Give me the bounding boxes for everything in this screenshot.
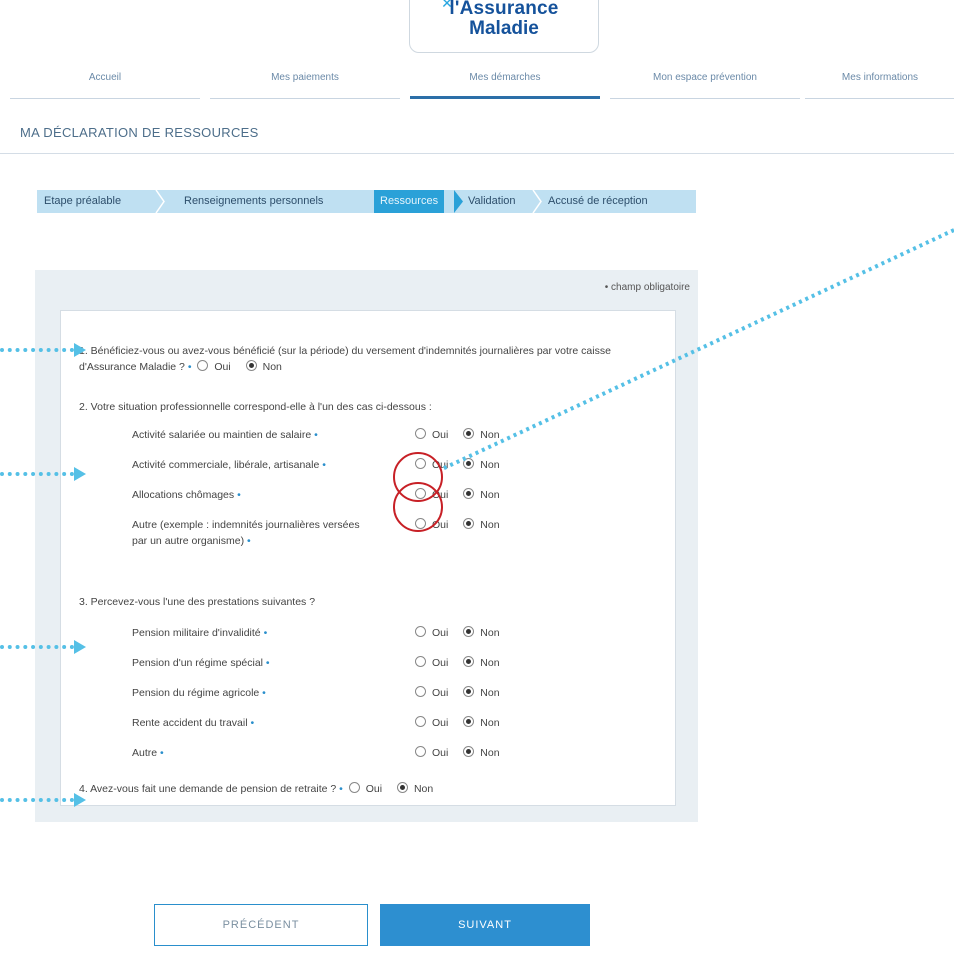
oui-label: Oui <box>432 687 449 699</box>
form-panel: • champ obligatoire 1. Bénéficiez-vous o… <box>35 270 698 822</box>
oui-label: Oui <box>432 429 449 441</box>
oui-label: Oui <box>432 747 449 759</box>
annotation-arrow-q2 <box>0 467 88 481</box>
title-divider <box>0 153 954 154</box>
q4-non-label: Non <box>413 783 434 795</box>
question-4-text: 4. Avez-vous fait une demande de pension… <box>79 783 337 795</box>
q2-item-salariee: Activité salariée ou maintien de salaire… <box>132 429 318 441</box>
q3-item-regime-special: Pension d'un régime spécial • <box>132 657 270 669</box>
q2-chomage-non-radio[interactable] <box>463 488 475 499</box>
q3-agricole-oui-radio[interactable] <box>415 686 426 697</box>
logo-line2: Maladie <box>469 18 539 39</box>
q3-accident-non-radio[interactable] <box>463 716 475 727</box>
page-title: MA DÉCLARATION DE RESSOURCES <box>20 125 259 140</box>
non-label: Non <box>480 717 500 729</box>
q3-militaire-oui-radio[interactable] <box>415 626 426 637</box>
q3-accident-oui-radio[interactable] <box>415 716 426 727</box>
nav-tab-accueil[interactable]: Accueil <box>10 70 200 99</box>
non-label: Non <box>480 489 500 501</box>
q1-oui-label: Oui <box>214 361 231 373</box>
non-label: Non <box>480 519 500 531</box>
q3-item-agricole: Pension du régime agricole • <box>132 687 266 699</box>
non-label: Non <box>480 687 500 699</box>
step-active-arrow-icon <box>454 190 463 213</box>
q2-item-chomage: Allocations chômages • <box>132 489 241 501</box>
question-1: 1. Bénéficiez-vous ou avez-vous bénéfici… <box>79 343 659 375</box>
q3-special-oui-radio[interactable] <box>415 656 426 667</box>
step-ressources: Ressources <box>374 190 445 213</box>
previous-button[interactable]: PRÉCÉDENT <box>154 904 368 946</box>
q2-commerciale-non-radio[interactable] <box>463 458 475 469</box>
q2-salariee-oui-radio[interactable] <box>415 428 426 439</box>
non-label: Non <box>480 627 500 639</box>
q3-item-militaire: Pension militaire d'invalidité • <box>132 627 268 639</box>
oui-label: Oui <box>432 657 449 669</box>
q3-militaire-non-radio[interactable] <box>463 626 475 637</box>
nav-tab-demarches[interactable]: Mes démarches <box>410 70 600 99</box>
question-2: 2. Votre situation professionnelle corre… <box>79 401 432 413</box>
q3-item-militaire-options: Oui Non <box>415 625 500 641</box>
q4-oui-radio[interactable] <box>348 782 360 793</box>
required-field-note: • champ obligatoire <box>604 282 690 293</box>
q1-non-label: Non <box>262 361 282 373</box>
progress-steps: Etape préalable Renseignements personnel… <box>37 190 696 213</box>
form-inner-box: 1. Bénéficiez-vous ou avez-vous bénéfici… <box>60 310 676 806</box>
annotation-arrow-q1 <box>0 343 88 357</box>
q2-item-autre: Autre (exemple : indemnités journalières… <box>132 519 360 547</box>
q3-special-non-radio[interactable] <box>463 656 475 667</box>
oui-label: Oui <box>432 627 449 639</box>
q3-item-agricole-options: Oui Non <box>415 685 500 701</box>
non-label: Non <box>480 747 500 759</box>
q3-agricole-non-radio[interactable] <box>463 686 475 697</box>
annotation-arrow-q3 <box>0 640 88 654</box>
step-chevron-icon <box>155 190 165 213</box>
step-renseignements: Renseignements personnels <box>184 195 324 207</box>
non-label: Non <box>480 429 500 441</box>
next-button[interactable]: SUIVANT <box>380 904 590 946</box>
q3-autre-oui-radio[interactable] <box>415 746 426 757</box>
nav-tab-prevention[interactable]: Mon espace prévention <box>610 70 800 99</box>
q4-oui-label: Oui <box>365 783 383 795</box>
q2-salariee-non-radio[interactable] <box>463 428 475 439</box>
question-1-text: 1. Bénéficiez-vous ou avez-vous bénéfici… <box>79 345 611 373</box>
non-label: Non <box>480 657 500 669</box>
annotation-circle-chomage <box>393 482 443 532</box>
oui-label: Oui <box>432 717 449 729</box>
step-etape-prealable: Etape préalable <box>44 195 122 207</box>
step-accuse-reception: Accusé de réception <box>548 195 648 207</box>
logo-line1: l'Assurance <box>449 0 559 19</box>
q3-item-accident-options: Oui Non <box>415 715 500 731</box>
q3-item-autre: Autre • <box>132 747 164 759</box>
annotation-arrow-q4 <box>0 793 88 807</box>
q3-autre-non-radio[interactable] <box>463 746 475 757</box>
q3-item-regime-special-options: Oui Non <box>415 655 500 671</box>
question-3: 3. Percevez-vous l'une des prestations s… <box>79 596 316 608</box>
q1-oui-radio[interactable] <box>197 360 209 371</box>
q4-non-radio[interactable] <box>396 782 408 793</box>
top-navigation: Accueil Mes paiements Mes démarches Mon … <box>10 70 954 99</box>
question-4: 4. Avez-vous fait une demande de pension… <box>79 781 433 797</box>
q2-item-salariee-options: Oui Non <box>415 427 500 443</box>
non-label: Non <box>480 459 500 471</box>
q2-autre-non-radio[interactable] <box>463 518 475 529</box>
required-marker: • <box>187 361 192 373</box>
q2-item-commerciale: Activité commerciale, libérale, artisana… <box>132 459 326 471</box>
step-chevron-icon <box>532 190 542 213</box>
q1-non-radio[interactable] <box>245 360 257 371</box>
nav-tab-informations[interactable]: Mes informations <box>805 70 954 99</box>
nav-tab-paiements[interactable]: Mes paiements <box>210 70 400 99</box>
q3-item-autre-options: Oui Non <box>415 745 500 761</box>
q3-item-accident: Rente accident du travail • <box>132 717 255 729</box>
assurance-maladie-logo[interactable]: ✕ l'Assurance Maladie <box>409 0 599 53</box>
step-validation: Validation <box>468 195 516 207</box>
required-marker: • <box>339 783 343 795</box>
